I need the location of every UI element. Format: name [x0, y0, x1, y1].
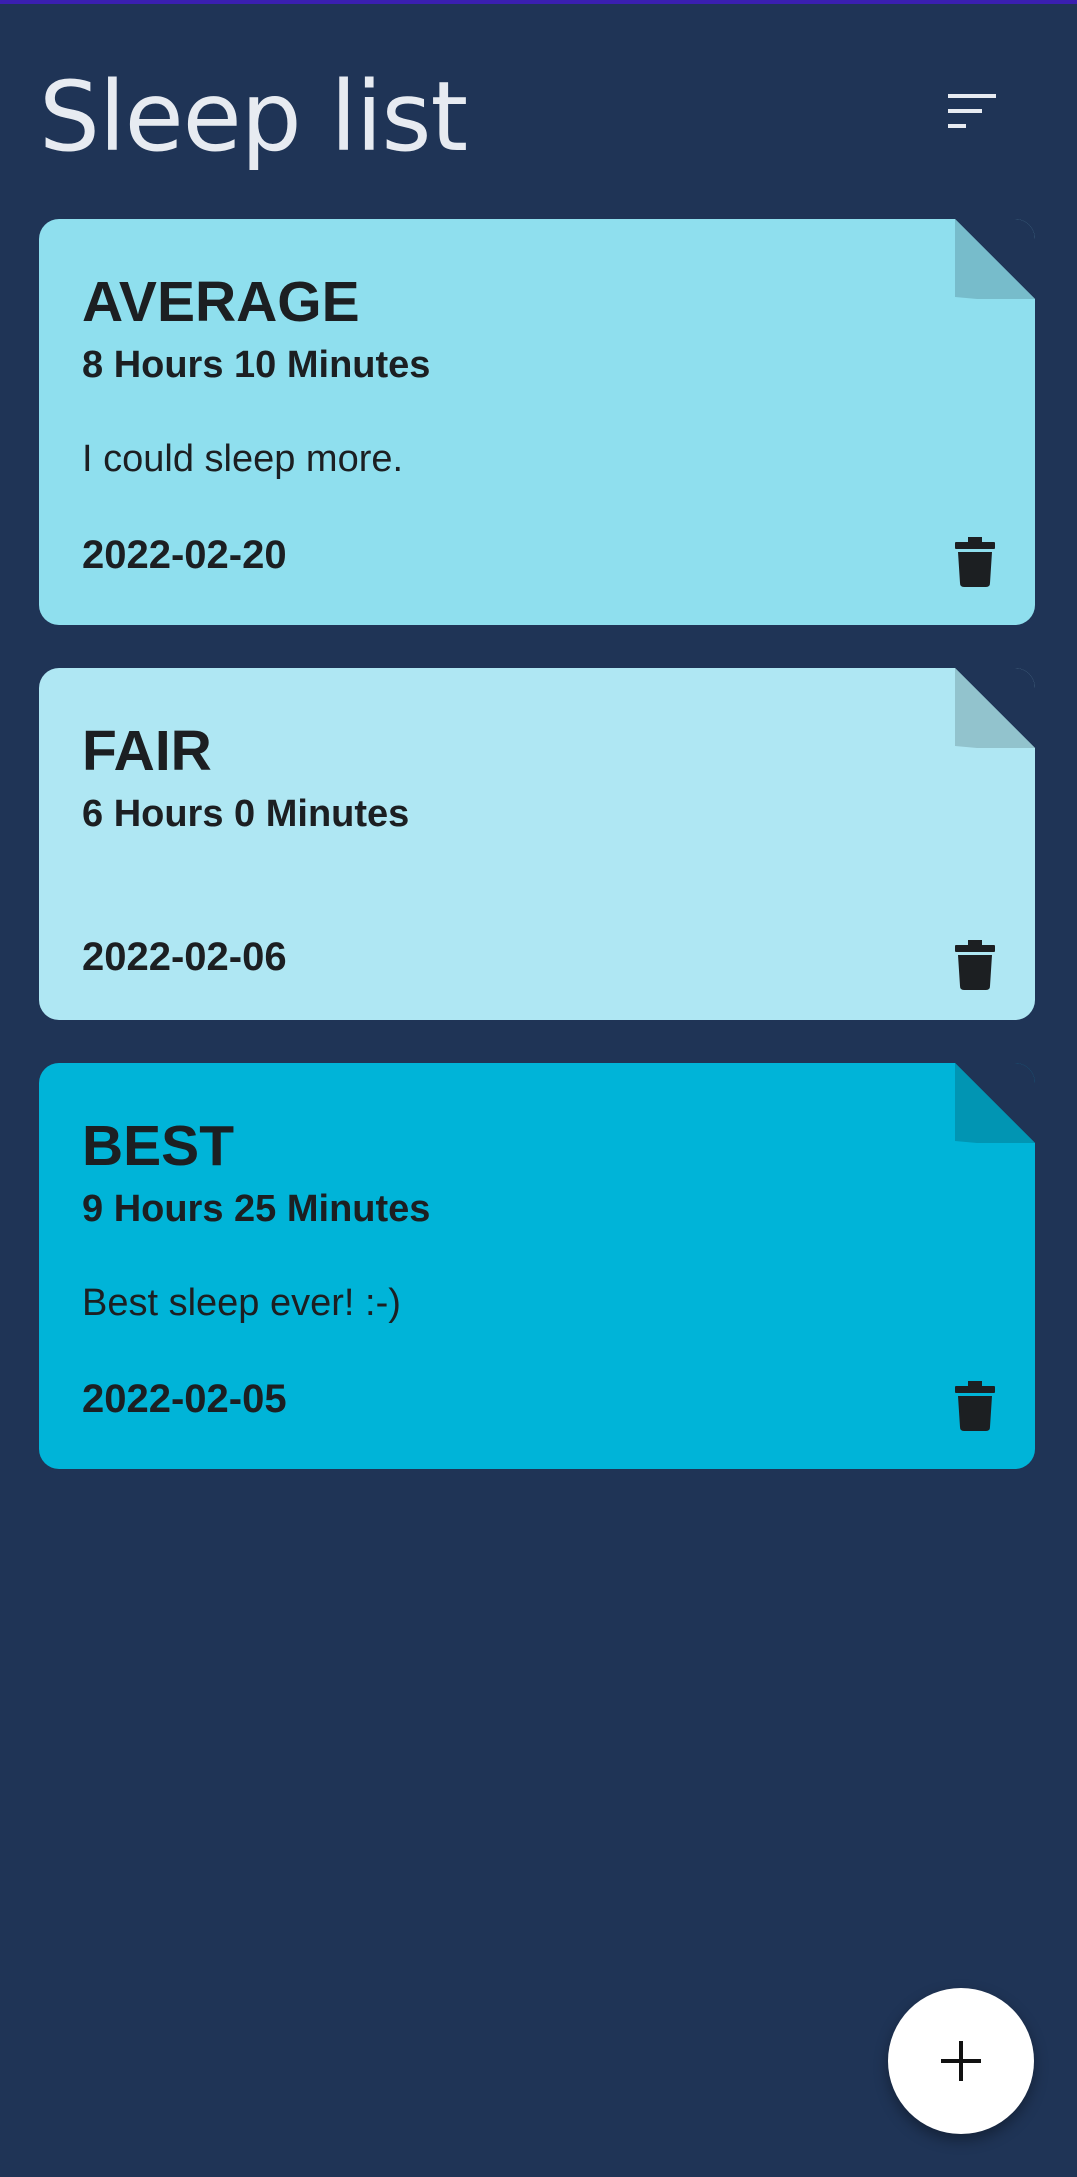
entry-rating: BEST [82, 1114, 235, 1178]
plus-icon [941, 2041, 981, 2081]
sleep-entry-card[interactable]: FAIR 6 Hours 0 Minutes 2022-02-06 [39, 668, 1035, 1020]
entry-note: I could sleep more. [82, 438, 404, 480]
delete-button[interactable] [939, 1370, 1011, 1442]
sleep-entry-card[interactable]: BEST 9 Hours 25 Minutes Best sleep ever!… [39, 1063, 1035, 1469]
delete-button[interactable] [939, 526, 1011, 598]
entry-duration: 9 Hours 25 Minutes [82, 1188, 431, 1230]
entry-rating: FAIR [82, 719, 212, 783]
status-bar-strip [0, 0, 1077, 4]
entry-date: 2022-02-05 [82, 1377, 287, 1421]
sort-button[interactable] [922, 72, 1022, 152]
add-entry-button[interactable] [888, 1988, 1034, 2134]
delete-button[interactable] [939, 929, 1011, 1001]
entry-date: 2022-02-06 [82, 935, 287, 979]
entry-duration: 6 Hours 0 Minutes [82, 793, 410, 835]
sleep-entry-card[interactable]: AVERAGE 8 Hours 10 Minutes I could sleep… [39, 219, 1035, 625]
page-title: Sleep list [39, 61, 468, 173]
entry-duration: 8 Hours 10 Minutes [82, 344, 431, 386]
trash-icon [955, 537, 995, 587]
trash-icon [955, 940, 995, 990]
sort-icon [948, 94, 996, 128]
trash-icon [955, 1381, 995, 1431]
entry-rating: AVERAGE [82, 270, 360, 334]
entry-note: Best sleep ever! :-) [82, 1282, 401, 1324]
entry-date: 2022-02-20 [82, 533, 287, 577]
